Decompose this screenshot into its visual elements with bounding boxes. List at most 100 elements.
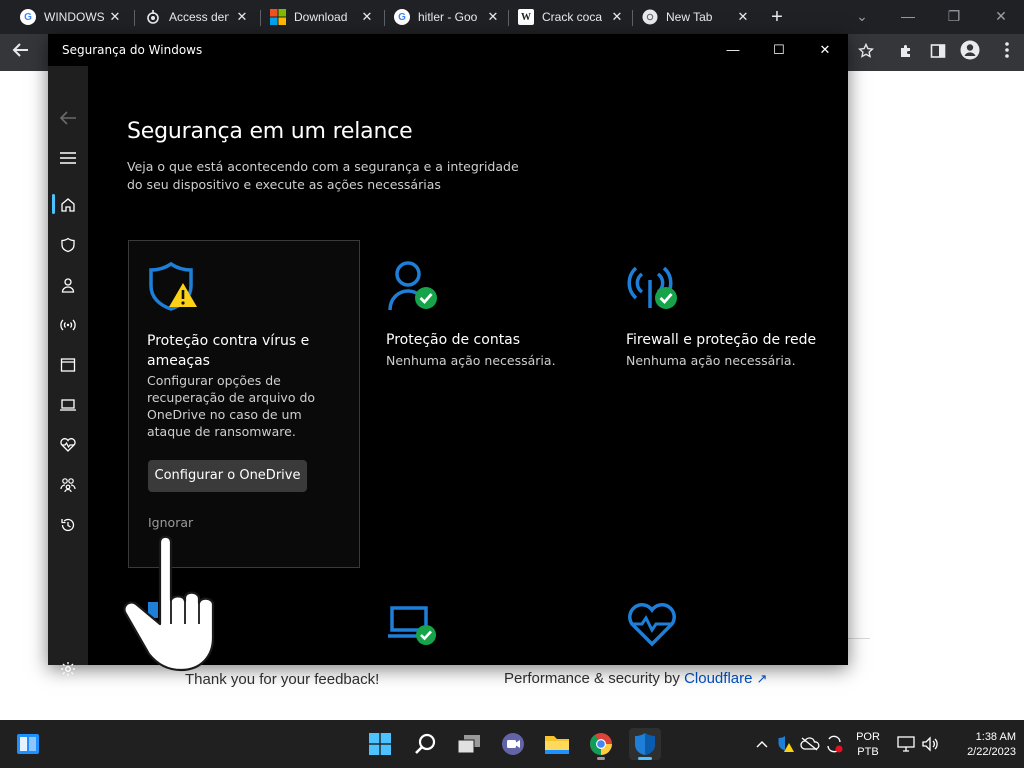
browser-tabstrip: G WINDOWS ✕ Access den ✕ Download ✕ G hi… [0,0,1024,34]
window-titlebar: Segurança do Windows — ☐ ✕ [48,34,848,66]
app-browser-icon[interactable] [56,353,80,377]
microsoft-icon [270,9,286,25]
profile-avatar-icon[interactable] [957,40,983,66]
page-divider [848,638,870,639]
close-tab-icon[interactable]: ✕ [358,8,376,26]
running-indicator [597,757,605,760]
window-title: Segurança do Windows [62,43,203,57]
active-indicator [638,757,652,760]
minimize-icon[interactable]: — [717,38,749,62]
home-icon[interactable] [56,193,80,217]
card-firewall-protection[interactable]: Firewall e proteção de rede Nenhuma ação… [608,240,840,568]
tab-title: Crack coca [542,10,602,24]
search-icon[interactable] [409,728,441,760]
close-tab-icon[interactable]: ✕ [608,8,626,26]
language-code: POR [856,731,880,743]
file-explorer-icon[interactable] [541,728,573,760]
browser-tab[interactable]: G hitler - Goo ✕ [382,4,506,30]
family-icon[interactable] [56,473,80,497]
close-icon[interactable]: ✕ [809,38,841,62]
taskbar: POR PTB 1:38 AM 2/22/2023 [0,720,1024,768]
back-icon[interactable] [56,106,80,130]
close-tab-icon[interactable]: ✕ [106,8,124,26]
cloudflare-link[interactable]: Cloudflare [684,670,752,687]
account-ok-icon [386,260,442,312]
minimize-icon[interactable]: — [895,4,921,28]
shield-warning-icon [147,261,203,313]
heart-health-icon [626,600,678,648]
more-menu-icon[interactable] [994,40,1020,66]
tab-title: Access den [169,10,229,24]
google-icon: G [394,9,410,25]
card-title: Proteção de contas [386,332,521,348]
onedrive-offline-icon[interactable] [800,734,820,754]
tab-title: Download [294,10,348,24]
browser-tab[interactable]: Access den ✕ [133,4,255,30]
browser-tab[interactable]: W Crack coca ✕ [506,4,630,30]
system-clock[interactable]: 1:38 AM 2/22/2023 [946,730,1016,760]
laptop-ok-icon [388,604,440,656]
card-virus-protection[interactable]: Proteção contra vírus e ameaças Configur… [128,240,360,568]
wikipedia-icon: W [518,9,534,25]
card-account-protection[interactable]: Proteção de contas Nenhuma ação necessár… [368,240,600,568]
cloudflare-footer: Performance & security by Cloudflare ↗ [504,670,767,687]
chevron-up-icon[interactable] [752,734,772,754]
browser-tab[interactable]: G WINDOWS ✕ [8,4,128,30]
sync-error-icon[interactable] [824,734,844,754]
google-icon: G [20,9,36,25]
page-title: Segurança em um relance [127,119,413,144]
new-tab-button[interactable]: + [766,6,788,28]
tab-search-icon[interactable]: ⌄ [849,4,875,28]
close-tab-icon[interactable]: ✕ [484,8,502,26]
history-icon[interactable] [56,513,80,537]
back-arrow-icon[interactable] [8,40,34,66]
card-description: Configurar opções de recuperação de arqu… [147,373,316,439]
card-title: Firewall e proteção de rede [626,332,817,348]
input-language[interactable]: POR PTB [853,730,883,760]
windows-security-taskbar-icon[interactable] [629,728,661,760]
tab-title: hitler - Goo [418,10,478,24]
configure-onedrive-button[interactable]: Configurar o OneDrive [148,460,307,492]
network-icon[interactable] [896,734,916,754]
nav-selection-indicator [52,194,55,214]
health-icon[interactable] [56,433,80,457]
tor-icon [145,9,161,25]
tab-title: New Tab [666,10,713,24]
page-subtitle: Veja o que está acontecendo com a segura… [127,159,519,192]
shield-icon[interactable] [56,233,80,257]
keyboard-layout: PTB [857,746,879,758]
volume-icon[interactable] [920,734,940,754]
chrome-icon [642,9,658,25]
widgets-icon[interactable] [12,728,44,760]
restore-icon[interactable]: ❐ [941,4,967,28]
clock-time: 1:38 AM [975,731,1016,743]
security-warning-tray-icon[interactable] [776,734,796,754]
teams-chat-icon[interactable] [497,728,529,760]
side-panel-icon[interactable] [925,40,951,66]
task-view-icon[interactable] [453,728,485,760]
chrome-icon[interactable] [585,728,617,760]
close-tab-icon[interactable]: ✕ [734,8,752,26]
card-title: Proteção contra vírus e ameaças [147,333,310,369]
card-description: Nenhuma ação necessária. [386,353,556,368]
clock-date: 2/22/2023 [967,746,1016,758]
wireless-icon[interactable] [56,313,80,337]
menu-icon[interactable] [56,146,80,170]
extensions-icon[interactable] [893,40,919,66]
tab-title: WINDOWS [44,10,104,24]
external-link-icon: ↗ [756,671,768,686]
close-icon[interactable]: ✕ [988,4,1014,28]
nav-rail [48,66,88,676]
perf-prefix: Performance & security by [504,670,685,687]
hand-pointer-cursor [118,526,238,674]
settings-icon[interactable] [56,657,80,681]
start-windows-icon[interactable] [364,728,396,760]
browser-tab[interactable]: Download ✕ [258,4,380,30]
maximize-icon[interactable]: ☐ [763,38,795,62]
account-icon[interactable] [56,273,80,297]
wireless-ok-icon [626,260,682,312]
close-tab-icon[interactable]: ✕ [233,8,251,26]
browser-tab[interactable]: New Tab ✕ [630,4,756,30]
bookmark-star-icon[interactable] [853,40,879,66]
device-icon[interactable] [56,393,80,417]
